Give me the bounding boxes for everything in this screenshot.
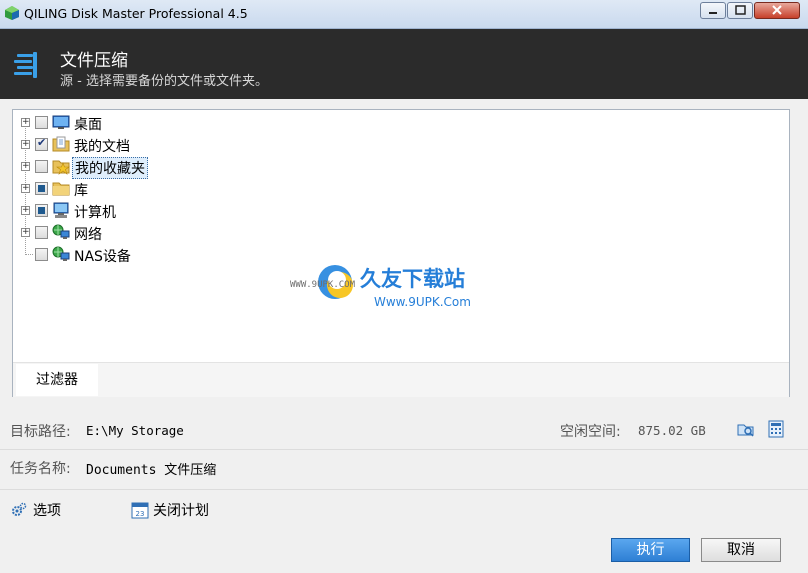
expand-toggle[interactable]: + — [21, 206, 30, 215]
tree-item-label: NAS设备 — [74, 249, 131, 265]
title-bar: QILING Disk Master Professional 4.5 — [0, 0, 808, 29]
free-space-label: 空闲空间: — [560, 424, 621, 440]
calendar-icon[interactable]: 23 — [131, 501, 149, 519]
minimize-icon — [709, 12, 717, 14]
divider — [0, 489, 808, 490]
tree-item-label: 库 — [74, 183, 88, 199]
destination-path[interactable]: E:\My Storage — [86, 423, 184, 438]
checkbox[interactable] — [35, 136, 48, 151]
svg-text:23: 23 — [136, 510, 145, 518]
free-space-value: 875.02 GB — [638, 423, 706, 438]
checkbox[interactable] — [35, 248, 48, 261]
schedule-off-link[interactable]: 关闭计划 — [153, 500, 209, 520]
desktop-icon — [52, 115, 70, 129]
documents-folder-icon — [52, 136, 70, 152]
task-name-label: 任务名称: — [10, 461, 71, 477]
window-title: QILING Disk Master Professional 4.5 — [24, 6, 248, 21]
page-title: 文件压缩 — [60, 51, 128, 71]
app-logo-icon — [5, 6, 19, 20]
divider — [0, 449, 808, 450]
checkbox[interactable] — [35, 160, 48, 173]
maximize-icon — [735, 5, 746, 15]
tree-item-label: 我的文档 — [74, 139, 130, 155]
tree-item-label: 我的收藏夹 — [72, 157, 148, 179]
network-icon — [52, 224, 70, 239]
checkbox[interactable] — [35, 204, 48, 217]
close-icon — [772, 5, 782, 15]
expand-toggle[interactable]: + — [21, 162, 30, 171]
gear-icon[interactable] — [10, 501, 28, 519]
maximize-button[interactable] — [727, 2, 753, 19]
tree-item-label: 网络 — [74, 227, 102, 243]
page-header: 文件压缩 源 - 选择需要备份的文件或文件夹。 — [0, 29, 808, 99]
library-folder-icon — [52, 182, 70, 196]
expand-toggle[interactable]: + — [21, 184, 30, 193]
expand-toggle[interactable]: + — [21, 118, 30, 127]
expand-toggle[interactable]: + — [21, 228, 30, 237]
checkbox[interactable] — [35, 226, 48, 239]
browse-folder-icon[interactable] — [737, 420, 755, 438]
filter-bar: 过滤器 — [13, 362, 789, 397]
options-link[interactable]: 选项 — [33, 500, 61, 520]
expand-toggle[interactable]: + — [21, 140, 30, 149]
favorites-folder-icon — [52, 160, 70, 175]
tree-item-label: 桌面 — [74, 117, 102, 133]
computer-icon — [53, 202, 69, 218]
checkbox[interactable] — [35, 116, 48, 129]
checkbox[interactable] — [35, 182, 48, 195]
file-compress-icon — [14, 52, 37, 78]
close-button[interactable] — [754, 2, 800, 19]
cancel-button[interactable]: 取消 — [701, 538, 781, 562]
filter-tab[interactable]: 过滤器 — [16, 364, 98, 396]
tree-connector — [25, 254, 33, 255]
nas-icon — [52, 246, 70, 261]
page-subtitle: 源 - 选择需要备份的文件或文件夹。 — [60, 74, 268, 89]
execute-button[interactable]: 执行 — [611, 538, 690, 562]
source-tree-panel: + 桌面 + 我的文档 + 我的收藏夹 + — [12, 109, 790, 397]
tree-item-label: 计算机 — [74, 205, 116, 221]
task-name-field[interactable]: Documents 文件压缩 — [86, 459, 216, 478]
minimize-button[interactable] — [700, 2, 726, 19]
destination-label: 目标路径: — [10, 424, 71, 440]
calculator-icon[interactable] — [767, 420, 785, 438]
